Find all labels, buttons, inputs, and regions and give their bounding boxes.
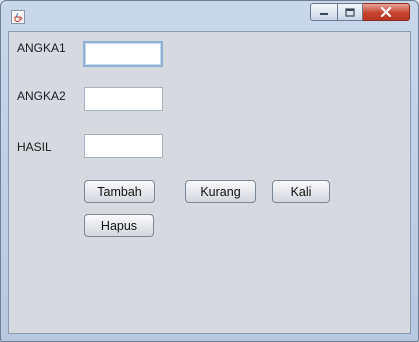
app-window: ANGKA1 ANGKA2 HASIL Tambah Kurang Kali H… — [0, 0, 419, 342]
kali-button[interactable]: Kali — [272, 180, 330, 203]
maximize-button[interactable] — [337, 3, 363, 21]
title-bar[interactable] — [1, 1, 418, 31]
angka2-label: ANGKA2 — [17, 89, 66, 103]
hasil-label: HASIL — [17, 140, 52, 154]
angka1-input[interactable] — [83, 41, 163, 67]
close-icon — [380, 7, 392, 17]
minimize-button[interactable] — [310, 3, 337, 21]
hapus-button[interactable]: Hapus — [84, 214, 154, 237]
kurang-button[interactable]: Kurang — [185, 180, 256, 203]
angka1-label: ANGKA1 — [17, 41, 66, 55]
minimize-icon — [320, 13, 328, 15]
hasil-output[interactable] — [84, 134, 163, 158]
tambah-button[interactable]: Tambah — [84, 180, 155, 203]
java-coffee-cup-icon[interactable] — [11, 10, 25, 24]
window-controls — [310, 3, 410, 21]
maximize-icon — [345, 7, 355, 17]
angka2-input[interactable] — [84, 87, 163, 111]
form-panel: ANGKA1 ANGKA2 HASIL Tambah Kurang Kali H… — [8, 31, 411, 334]
close-button[interactable] — [363, 3, 410, 21]
